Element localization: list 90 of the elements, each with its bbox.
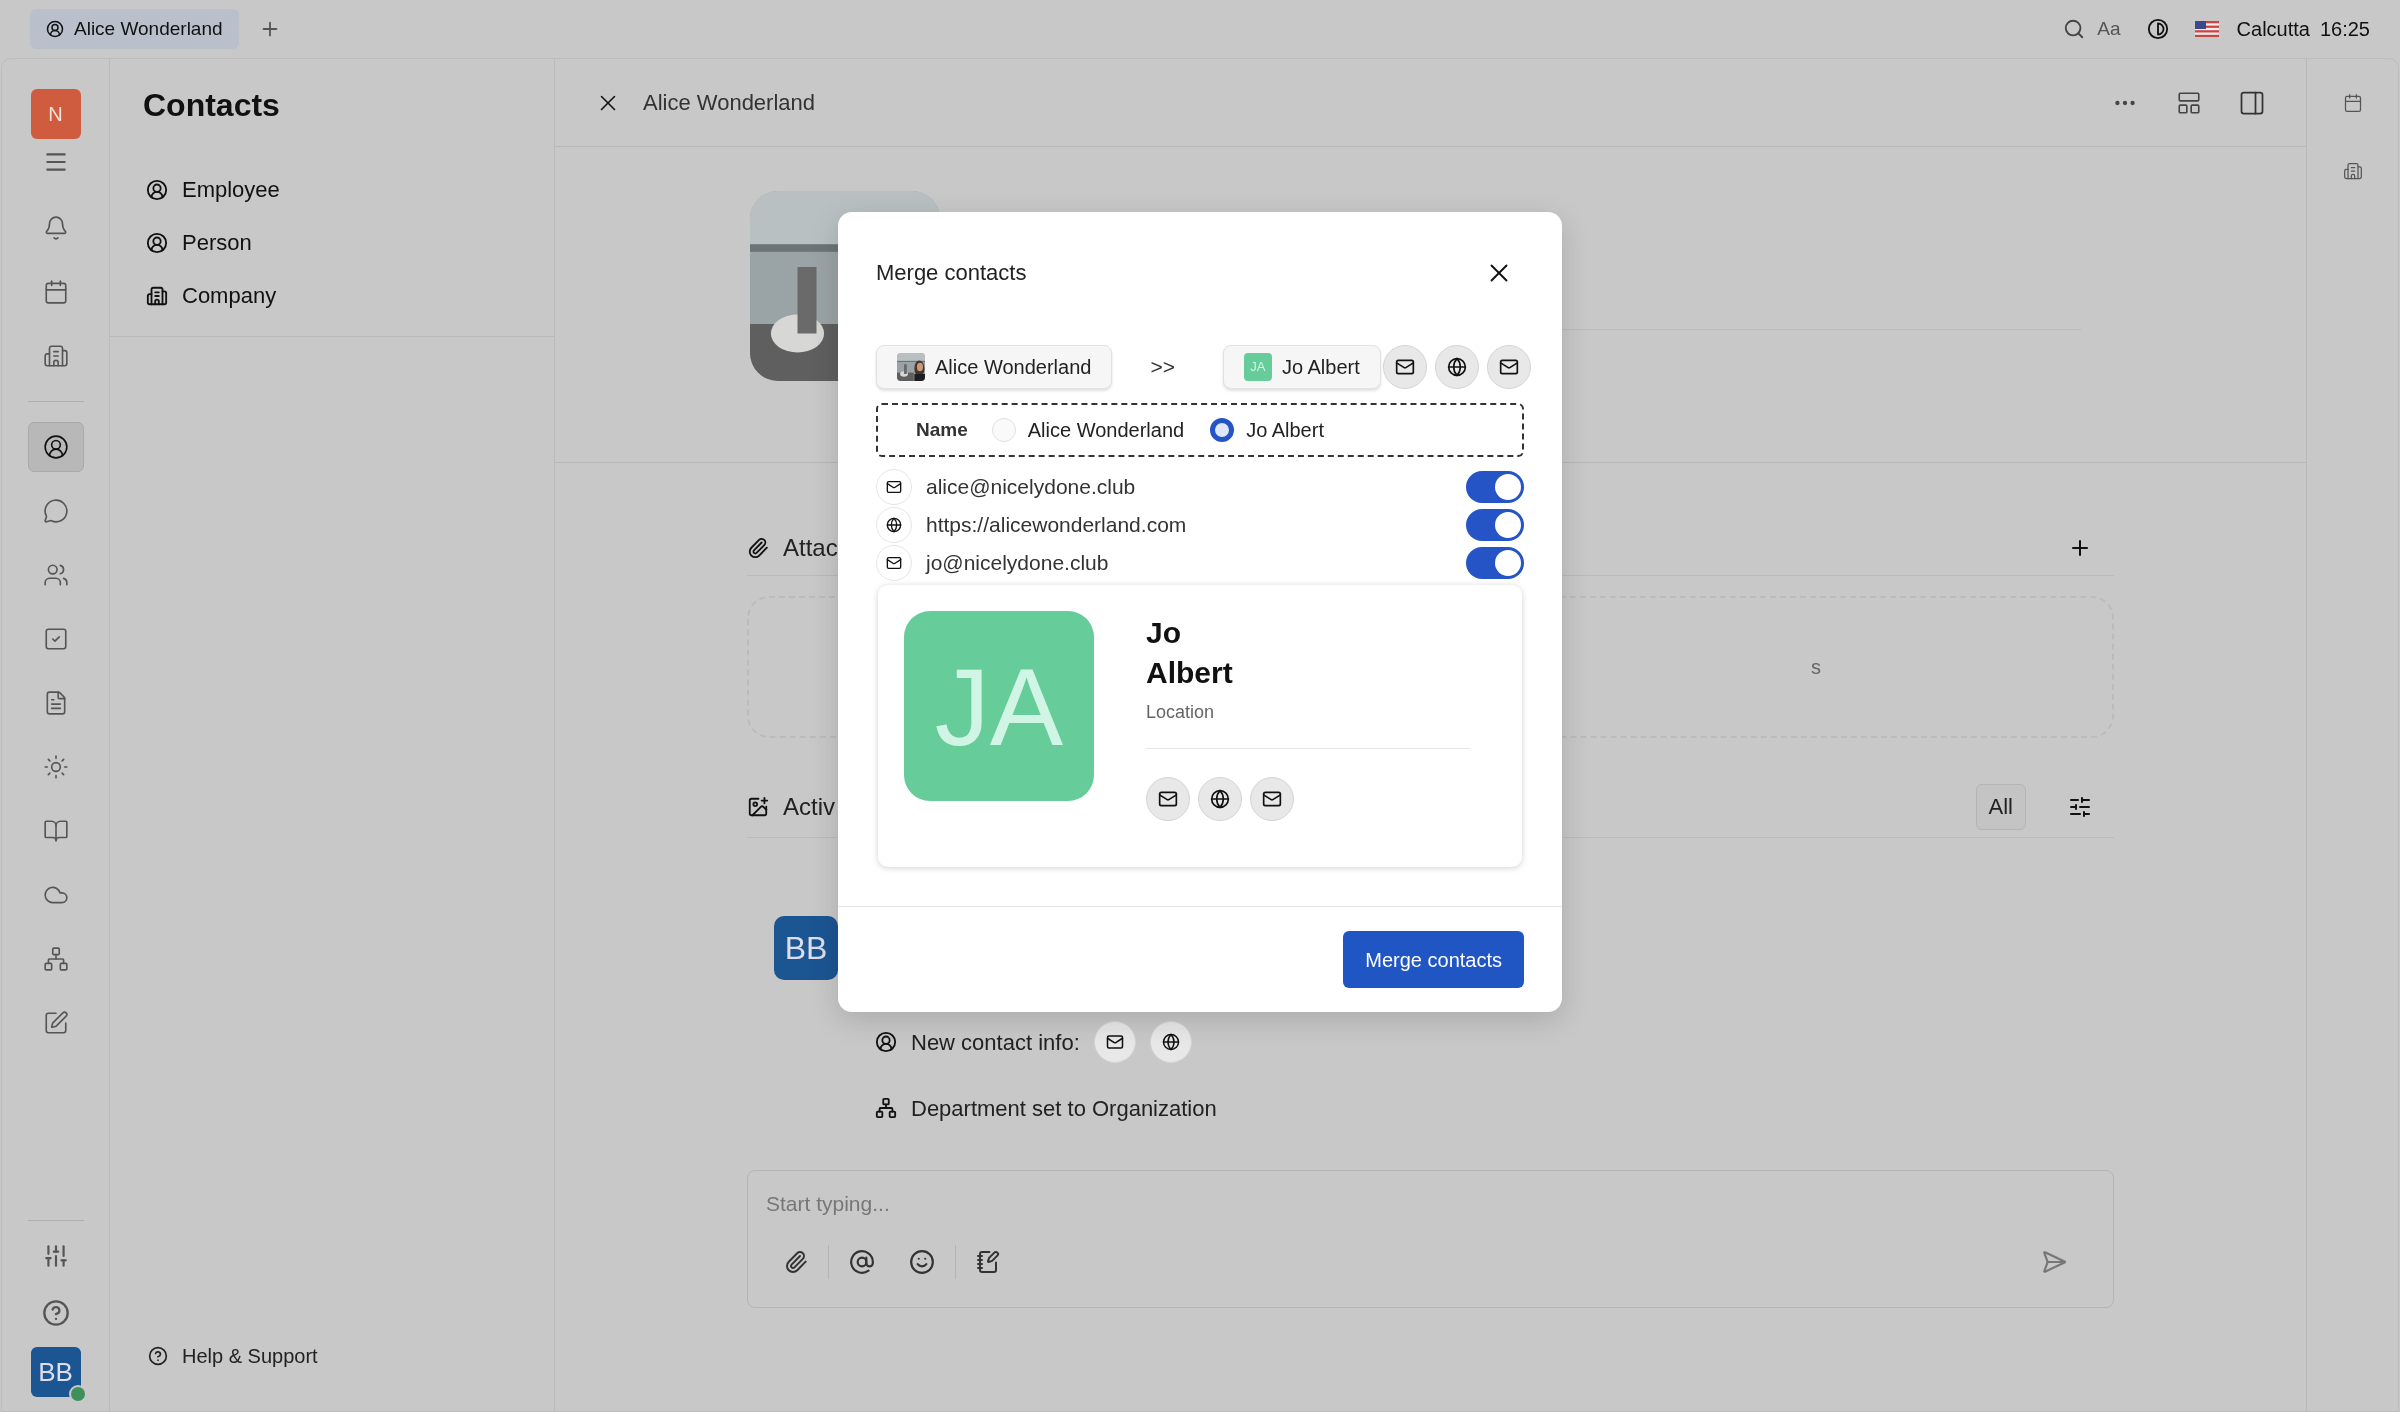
emoji-icon[interactable] bbox=[909, 1249, 935, 1275]
globe-icon bbox=[1210, 789, 1230, 809]
building-icon bbox=[42, 343, 69, 369]
filter-button[interactable]: All bbox=[1975, 783, 2026, 830]
location-label: Location bbox=[1146, 701, 1216, 724]
globe-icon bbox=[886, 517, 902, 533]
browser-tab[interactable]: Alice Wonderland bbox=[30, 9, 239, 49]
chat-icon bbox=[42, 498, 69, 524]
activity-avatar: BB bbox=[774, 916, 838, 980]
contact-icon bbox=[42, 434, 69, 460]
contact-icon bbox=[875, 1031, 897, 1053]
calendar-icon[interactable] bbox=[2342, 93, 2363, 113]
nav-item[interactable]: Company bbox=[146, 279, 518, 312]
contact-icon bbox=[46, 20, 64, 38]
user-avatar[interactable]: BB bbox=[30, 1347, 81, 1397]
globe-icon bbox=[1446, 357, 1467, 377]
nav-item[interactable]: Person bbox=[146, 226, 518, 259]
search-icon[interactable] bbox=[2063, 18, 2086, 40]
mail-button[interactable] bbox=[1486, 345, 1531, 389]
send-icon[interactable] bbox=[2041, 1249, 2067, 1275]
contact-icon bbox=[146, 231, 168, 254]
contact-icon bbox=[146, 178, 168, 201]
website-button[interactable] bbox=[1198, 777, 1242, 821]
target-contact-chip[interactable]: JA Jo Albert bbox=[1222, 345, 1381, 389]
font-button[interactable]: Aa bbox=[2097, 14, 2121, 44]
mail-icon bbox=[1158, 789, 1178, 809]
toggle-switch[interactable] bbox=[1466, 471, 1524, 503]
layout-icon[interactable] bbox=[2176, 89, 2202, 116]
globe-icon bbox=[1161, 1033, 1180, 1051]
radio-label: Alice Wonderland bbox=[1027, 418, 1185, 443]
note-icon[interactable] bbox=[976, 1250, 1000, 1274]
radio-label: Jo Albert bbox=[1246, 418, 1324, 443]
settings-icon[interactable] bbox=[42, 1243, 69, 1269]
flag-icon[interactable] bbox=[2194, 21, 2219, 37]
paperclip-icon bbox=[747, 537, 769, 559]
people-icon bbox=[42, 562, 69, 588]
last-name: Albert bbox=[1146, 655, 1234, 691]
book-icon bbox=[42, 818, 69, 844]
website-button[interactable] bbox=[1434, 345, 1479, 389]
nav-item[interactable]: Employee bbox=[146, 173, 518, 206]
field-label: Name bbox=[916, 417, 968, 442]
location-label: Calcutta bbox=[2236, 17, 2310, 42]
mention-icon[interactable] bbox=[849, 1249, 875, 1275]
channel-value: https://alicewonderland.com bbox=[926, 512, 1187, 539]
checkbox-icon bbox=[42, 626, 69, 652]
first-name: Jo bbox=[1146, 615, 1182, 651]
toggle-switch[interactable] bbox=[1466, 509, 1524, 541]
section-title: Attac bbox=[783, 533, 838, 563]
edit-icon bbox=[42, 1010, 69, 1036]
section-title: Activ bbox=[783, 791, 835, 822]
contact-avatar: JA bbox=[904, 611, 1094, 801]
channel-value: alice@nicelydone.club bbox=[926, 474, 1136, 501]
panel-title: Contacts bbox=[142, 86, 281, 125]
tree-icon bbox=[875, 1097, 897, 1119]
mail-button[interactable] bbox=[1382, 345, 1427, 389]
mail-button[interactable] bbox=[1146, 777, 1190, 821]
mail-icon bbox=[886, 555, 902, 571]
help-icon[interactable] bbox=[41, 1299, 70, 1327]
building-icon bbox=[146, 284, 168, 307]
message-composer[interactable]: Start typing... bbox=[747, 1170, 2114, 1308]
activity-entry: New contact info: bbox=[911, 1028, 1080, 1057]
mail-icon bbox=[886, 479, 902, 495]
mail-button[interactable] bbox=[1250, 777, 1294, 821]
merge-direction: >> bbox=[1150, 354, 1175, 381]
page-title: Alice Wonderland bbox=[643, 89, 816, 117]
mail-icon bbox=[1105, 1033, 1124, 1051]
contact-avatar: JA bbox=[1243, 353, 1272, 381]
drop-zone-text: s bbox=[1811, 655, 1821, 680]
activity-entry: Department set to Organization bbox=[911, 1094, 1217, 1123]
building-icon[interactable] bbox=[2342, 161, 2363, 181]
source-contact-chip[interactable]: Alice Wonderland bbox=[876, 345, 1113, 389]
tree-icon bbox=[42, 946, 69, 972]
contact-nav-button[interactable] bbox=[27, 422, 84, 472]
attach-icon[interactable] bbox=[784, 1250, 808, 1274]
help-icon bbox=[148, 1346, 168, 1366]
clock: 16:25 bbox=[2319, 17, 2370, 42]
message-input[interactable]: Start typing... bbox=[766, 1187, 2095, 1221]
help-link[interactable]: Help & Support bbox=[110, 1341, 554, 1411]
radio-button[interactable] bbox=[1210, 418, 1235, 442]
merge-contacts-button[interactable]: Merge contacts bbox=[1343, 931, 1524, 988]
mail-icon bbox=[1498, 357, 1519, 377]
filter-icon[interactable] bbox=[2068, 794, 2092, 819]
sun-icon bbox=[42, 754, 69, 780]
contrast-icon[interactable] bbox=[2146, 18, 2169, 40]
calendar-icon bbox=[42, 279, 69, 305]
mail-icon bbox=[1262, 789, 1282, 809]
mail-icon bbox=[1394, 357, 1415, 377]
toggle-switch[interactable] bbox=[1466, 547, 1524, 579]
activity-icon bbox=[747, 795, 769, 818]
channel-value: jo@nicelydone.club bbox=[926, 550, 1109, 577]
